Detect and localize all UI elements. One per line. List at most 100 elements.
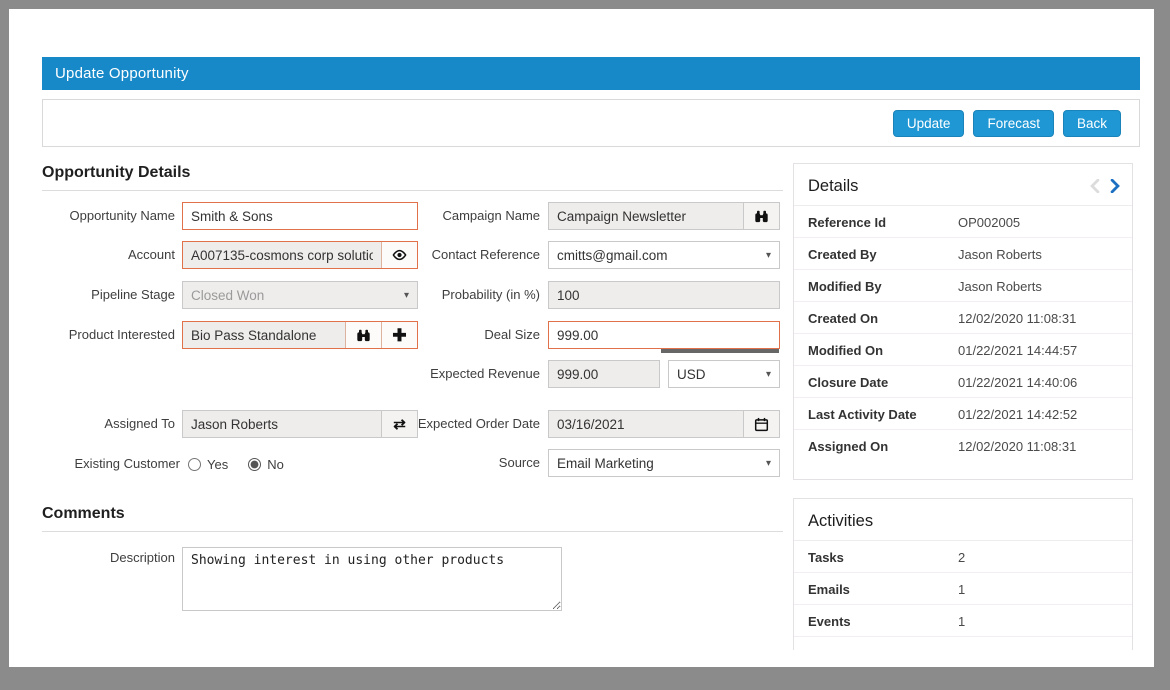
update-opportunity-page: Update Opportunity Update Forecast Back … <box>0 0 1170 690</box>
description-textarea[interactable]: Showing interest in using other products <box>182 547 562 611</box>
activities-row-value: 1 <box>958 582 965 597</box>
source-label: Source <box>408 449 540 477</box>
account-label: Account <box>30 241 175 269</box>
details-row-closure-date: Closure Date 01/22/2021 14:40:06 <box>794 366 1132 398</box>
swap-arrows-icon: ⇄ <box>393 417 406 432</box>
activities-row-label: Emails <box>808 582 958 597</box>
eye-icon <box>391 248 408 262</box>
product-interested-input[interactable] <box>183 322 345 348</box>
activities-row-tasks: Tasks 2 <box>794 541 1132 573</box>
existing-customer-yes-label: Yes <box>207 457 228 472</box>
details-panel-title: Details <box>794 164 1132 206</box>
pipeline-stage-select[interactable]: Closed Won ▾ <box>182 281 418 309</box>
expected-order-date-input[interactable] <box>549 411 743 437</box>
details-row-label: Modified On <box>808 343 958 358</box>
existing-customer-no-label: No <box>267 457 284 472</box>
details-panel: Details Reference Id OP002005 Created By <box>793 163 1133 480</box>
pipeline-stage-label: Pipeline Stage <box>30 281 175 309</box>
search-product-button[interactable] <box>345 322 381 348</box>
deal-size-input[interactable] <box>548 321 780 349</box>
details-row-modified-by: Modified By Jason Roberts <box>794 270 1132 302</box>
product-interested-field-group: ✚ <box>182 321 418 349</box>
calendar-icon <box>754 417 769 432</box>
contact-reference-label: Contact Reference <box>408 241 540 269</box>
activities-title-text: Activities <box>808 512 873 530</box>
activities-row-emails: Emails 1 <box>794 573 1132 605</box>
details-row-label: Created By <box>808 247 958 262</box>
activities-row-label: Events <box>808 614 958 629</box>
search-campaign-button[interactable] <box>743 203 779 229</box>
deal-size-shadow <box>661 349 779 353</box>
expected-order-date-field-group <box>548 410 780 438</box>
activities-row-label: Tasks <box>808 550 958 565</box>
account-input[interactable] <box>183 242 381 268</box>
details-row-created-on: Created On 12/02/2020 11:08:31 <box>794 302 1132 334</box>
details-row-label: Last Activity Date <box>808 407 958 422</box>
opportunity-name-label: Opportunity Name <box>30 202 175 230</box>
activities-panel: Activities Tasks 2 Emails 1 Events 1 <box>793 498 1133 650</box>
contact-reference-value: cmitts@gmail.com <box>557 248 667 263</box>
details-row-label: Created On <box>808 311 958 326</box>
update-button[interactable]: Update <box>893 110 965 137</box>
activities-row-value: 1 <box>958 614 965 629</box>
campaign-name-label: Campaign Name <box>408 202 540 230</box>
assigned-to-label: Assigned To <box>30 410 175 438</box>
details-pager <box>1090 179 1120 193</box>
expected-revenue-input[interactable] <box>548 360 660 388</box>
plus-icon: ✚ <box>392 327 406 344</box>
binoculars-icon <box>754 209 769 224</box>
existing-customer-yes-radio[interactable] <box>188 458 201 471</box>
description-label: Description <box>30 548 175 568</box>
probability-label: Probability (in %) <box>408 281 540 309</box>
campaign-name-input[interactable] <box>549 203 743 229</box>
details-row-value: 01/22/2021 14:40:06 <box>958 375 1077 390</box>
details-row-created-by: Created By Jason Roberts <box>794 238 1132 270</box>
activities-row-value: 2 <box>958 550 965 565</box>
assigned-to-field-group: ⇄ <box>182 410 418 438</box>
expected-order-date-label: Expected Order Date <box>408 410 540 438</box>
forecast-button[interactable]: Forecast <box>973 110 1054 137</box>
account-field-group <box>182 241 418 269</box>
date-picker-button[interactable] <box>743 411 779 437</box>
activities-row-events: Events 1 <box>794 605 1132 637</box>
chevron-down-icon: ▾ <box>766 369 771 380</box>
existing-customer-radio-group: Yes No <box>188 455 284 473</box>
details-row-label: Reference Id <box>808 215 958 230</box>
product-interested-label: Product Interested <box>30 321 175 349</box>
existing-customer-no-radio[interactable] <box>248 458 261 471</box>
campaign-name-field-group <box>548 202 780 230</box>
details-row-label: Modified By <box>808 279 958 294</box>
details-row-value: 12/02/2020 11:08:31 <box>958 311 1076 326</box>
details-row-last-activity-date: Last Activity Date 01/22/2021 14:42:52 <box>794 398 1132 430</box>
details-row-modified-on: Modified On 01/22/2021 14:44:57 <box>794 334 1132 366</box>
source-select[interactable]: Email Marketing ▾ <box>548 449 780 477</box>
comments-heading: Comments <box>42 505 783 532</box>
back-button[interactable]: Back <box>1063 110 1121 137</box>
opportunity-name-input[interactable] <box>182 202 418 230</box>
currency-select[interactable]: USD ▾ <box>668 360 780 388</box>
details-row-label: Closure Date <box>808 375 958 390</box>
toolbar: Update Forecast Back <box>42 99 1140 147</box>
details-row-value: Jason Roberts <box>958 247 1042 262</box>
details-row-value: 12/02/2020 11:08:31 <box>958 439 1076 454</box>
details-row-assigned-on: Assigned On 12/02/2020 11:08:31 <box>794 430 1132 461</box>
details-title-text: Details <box>808 177 858 195</box>
pipeline-stage-value: Closed Won <box>191 288 264 303</box>
expected-revenue-label: Expected Revenue <box>408 360 540 388</box>
details-row-value: OP002005 <box>958 215 1020 230</box>
chevron-down-icon: ▾ <box>766 250 771 261</box>
details-row-label: Assigned On <box>808 439 958 454</box>
details-row-reference-id: Reference Id OP002005 <box>794 206 1132 238</box>
activities-panel-title: Activities <box>794 499 1132 541</box>
probability-input[interactable] <box>548 281 780 309</box>
chevron-left-icon[interactable] <box>1090 179 1100 193</box>
deal-size-label: Deal Size <box>408 321 540 349</box>
assigned-to-input[interactable] <box>183 411 381 437</box>
page-title: Update Opportunity <box>42 57 1140 90</box>
chevron-right-icon[interactable] <box>1110 179 1120 193</box>
binoculars-icon <box>356 328 371 343</box>
details-row-value: Jason Roberts <box>958 279 1042 294</box>
source-value: Email Marketing <box>557 456 654 471</box>
opportunity-details-heading: Opportunity Details <box>42 164 783 191</box>
contact-reference-select[interactable]: cmitts@gmail.com ▾ <box>548 241 780 269</box>
